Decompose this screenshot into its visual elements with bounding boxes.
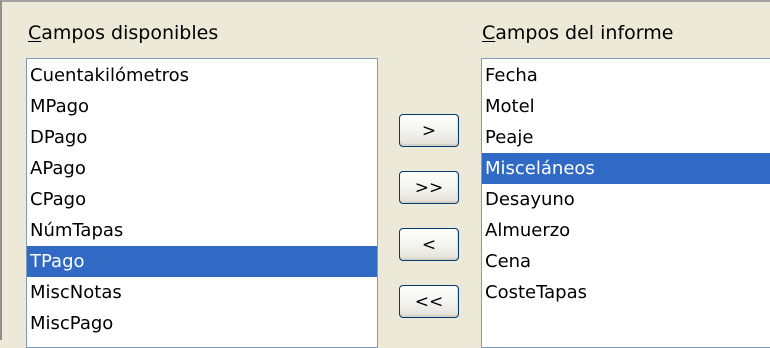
report-fields-label-mnemonic: C (482, 22, 496, 44)
available-fields-list[interactable]: Cuentakilómetros MPago DPago APago CPago NúmT… (26, 58, 378, 348)
report-fields-label: Campos del informe (482, 22, 673, 44)
available-field-item[interactable]: CPago (27, 184, 377, 215)
report-field-item[interactable]: Almuerzo (482, 215, 770, 246)
report-fields-items: Fecha Motel Peaje Misceláneos Desayuno Almuer… (482, 59, 770, 308)
report-fields-label-text: ampos del informe (495, 22, 674, 44)
available-field-item[interactable]: MiscPago (27, 308, 377, 339)
report-fields-list[interactable]: Fecha Motel Peaje Misceláneos Desayuno Almuer… (481, 58, 770, 348)
move-one-right-button[interactable]: > (399, 114, 459, 147)
available-fields-label-text: ampos disponibles (41, 22, 219, 44)
available-field-item[interactable]: APago (27, 153, 377, 184)
report-field-item[interactable]: Motel (482, 91, 770, 122)
move-all-right-button[interactable]: >> (399, 171, 459, 204)
move-one-left-button[interactable]: < (399, 228, 459, 261)
available-field-item[interactable]: TPago (27, 246, 377, 277)
report-field-item[interactable]: Peaje (482, 122, 770, 153)
available-field-item[interactable]: MPago (27, 91, 377, 122)
available-field-item[interactable]: Cuentakilómetros (27, 60, 377, 91)
available-fields-items: Cuentakilómetros MPago DPago APago CPago NúmT… (27, 59, 377, 339)
report-field-item[interactable]: Desayuno (482, 184, 770, 215)
report-field-item[interactable]: Cena (482, 246, 770, 277)
available-fields-label-mnemonic: C (28, 22, 42, 44)
move-all-left-button[interactable]: << (399, 285, 459, 318)
available-field-item[interactable]: DPago (27, 122, 377, 153)
available-field-item[interactable]: NúmTapas (27, 215, 377, 246)
available-field-item[interactable]: MiscNotas (27, 277, 377, 308)
report-field-item[interactable]: Misceláneos (482, 153, 770, 184)
report-field-item[interactable]: CosteTapas (482, 277, 770, 308)
available-fields-label: Campos disponibles (28, 22, 218, 44)
report-field-item[interactable]: Fecha (482, 60, 770, 91)
